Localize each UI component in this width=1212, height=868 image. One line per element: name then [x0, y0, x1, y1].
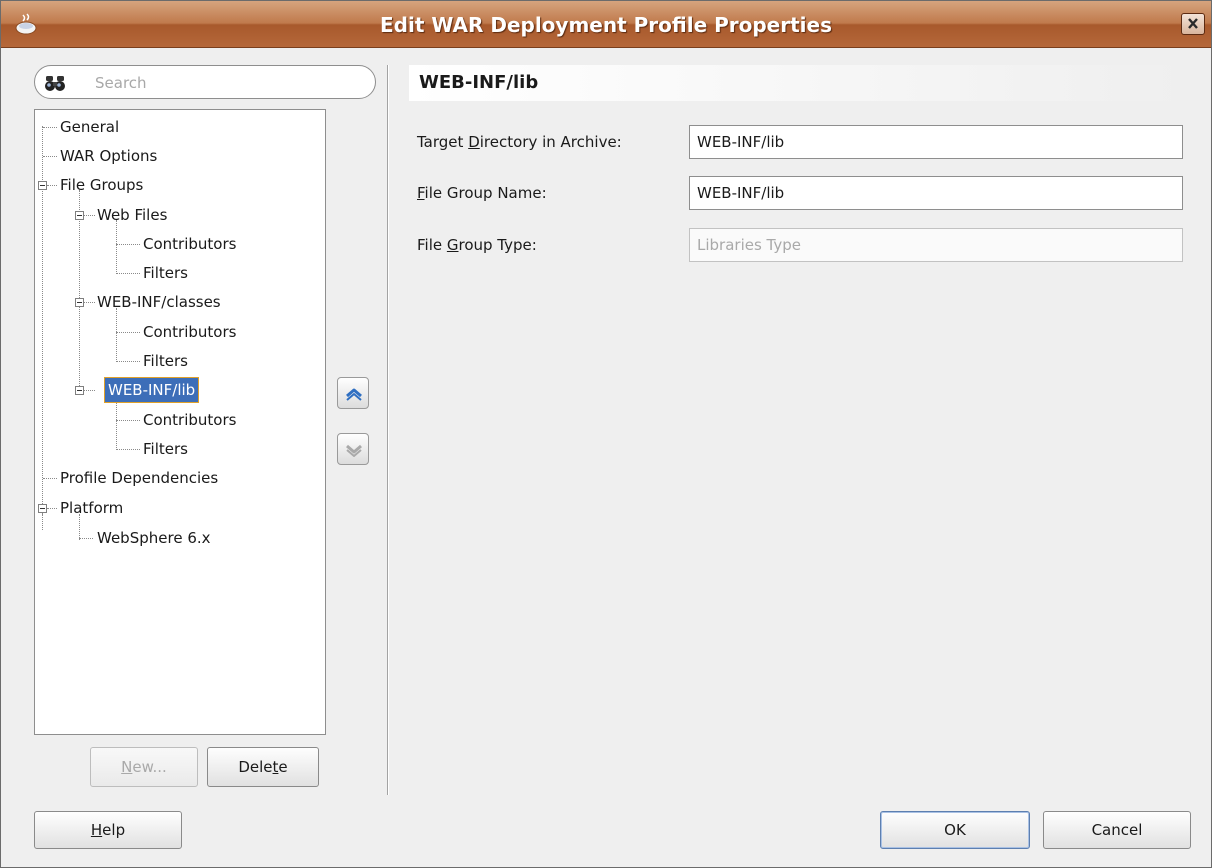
- file-group-name-field[interactable]: [689, 176, 1183, 210]
- tree-connector: [83, 390, 95, 391]
- target-directory-label-post: irectory in Archive:: [479, 133, 622, 151]
- delete-button-label-post: e: [278, 758, 288, 776]
- tree-connector: [43, 478, 57, 479]
- tree-connector: [116, 396, 117, 448]
- tree-item-lib-contributors[interactable]: Contributors: [143, 408, 236, 432]
- tree-connector: [47, 185, 57, 186]
- collapse-toggle-web-inf-lib[interactable]: [75, 386, 84, 395]
- collapse-toggle-web-files[interactable]: [75, 211, 84, 220]
- tree-item-web-inf-classes[interactable]: WEB-INF/classes: [97, 290, 221, 314]
- file-group-type-label-mnemonic: G: [446, 236, 459, 254]
- chevron-down-icon: [346, 444, 362, 457]
- tree-item-profile-dependencies[interactable]: Profile Dependencies: [60, 466, 218, 490]
- chevron-up-icon: [346, 388, 362, 401]
- collapse-toggle-file-groups[interactable]: [38, 181, 47, 190]
- file-group-type-label-pre: File: [417, 236, 447, 254]
- tree-connector: [43, 156, 57, 157]
- file-group-name-label-mnemonic: F: [417, 184, 425, 202]
- close-button[interactable]: [1181, 13, 1205, 35]
- panel-divider[interactable]: [387, 65, 389, 795]
- tree-connector: [42, 514, 43, 530]
- cancel-button[interactable]: Cancel: [1043, 811, 1191, 849]
- tree-connector: [83, 302, 95, 303]
- collapse-toggle-platform[interactable]: [38, 504, 47, 513]
- tree-item-web-inf-lib[interactable]: WEB-INF/lib: [103, 377, 200, 403]
- tree-item-web-files-contributors[interactable]: Contributors: [143, 232, 236, 256]
- new-button-mnemonic: N: [121, 758, 133, 776]
- tree-connector: [47, 508, 57, 509]
- tree-connector: [79, 190, 80, 390]
- panel-title: WEB-INF/lib: [409, 65, 1185, 101]
- tree-item-platform[interactable]: Platform: [60, 496, 123, 520]
- file-group-type-label: File Group Type:: [417, 233, 537, 257]
- tree-item-websphere[interactable]: WebSphere 6.x: [97, 526, 211, 550]
- tree-item-web-files[interactable]: Web Files: [97, 203, 167, 227]
- tree-connector: [79, 538, 93, 539]
- tree-item-general[interactable]: General: [60, 115, 119, 139]
- tree-connector: [116, 220, 117, 272]
- delete-button-label-pre: Dele: [238, 758, 273, 776]
- title-bar[interactable]: Edit WAR Deployment Profile Properties: [1, 1, 1211, 48]
- search-input[interactable]: [95, 72, 365, 94]
- tree-item-lib-filters[interactable]: Filters: [143, 437, 188, 461]
- file-group-name-label: File Group Name:: [417, 181, 547, 205]
- close-icon: [1188, 18, 1198, 29]
- tree-item-web-files-filters[interactable]: Filters: [143, 261, 188, 285]
- ok-button[interactable]: OK: [880, 811, 1030, 849]
- move-down-button[interactable]: [337, 433, 369, 465]
- tree-connector: [116, 244, 140, 245]
- binoculars-icon: [45, 76, 65, 91]
- tree-connector: [116, 332, 140, 333]
- new-button-label-post: ew...: [132, 758, 167, 776]
- help-button-label-post: elp: [102, 821, 126, 839]
- collapse-toggle-web-inf-classes[interactable]: [75, 298, 84, 307]
- target-directory-label-pre: Target: [417, 133, 469, 151]
- target-directory-field[interactable]: [689, 125, 1183, 159]
- file-group-type-field: [689, 228, 1183, 262]
- tree-connector: [116, 361, 140, 362]
- target-directory-label: Target Directory in Archive:: [417, 130, 622, 154]
- tree-connector: [116, 449, 140, 450]
- tree-connector: [116, 308, 117, 360]
- help-button[interactable]: Help: [34, 811, 182, 849]
- tree-connector: [83, 215, 95, 216]
- profile-tree[interactable]: General WAR Options File Groups Web File…: [34, 109, 326, 735]
- tree-connector: [116, 420, 140, 421]
- help-button-mnemonic: H: [90, 821, 103, 839]
- tree-item-classes-contributors[interactable]: Contributors: [143, 320, 236, 344]
- tree-item-classes-filters[interactable]: Filters: [143, 349, 188, 373]
- window-title: Edit WAR Deployment Profile Properties: [379, 13, 832, 37]
- delete-button[interactable]: Delete: [207, 747, 319, 787]
- move-up-button[interactable]: [337, 377, 369, 409]
- tree-item-war-options[interactable]: WAR Options: [60, 144, 157, 168]
- tree-item-file-groups[interactable]: File Groups: [60, 173, 143, 197]
- search-box[interactable]: [34, 65, 376, 99]
- target-directory-label-mnemonic: D: [468, 133, 480, 151]
- new-button[interactable]: New...: [90, 747, 198, 787]
- file-group-name-label-post: ile Group Name:: [424, 184, 547, 202]
- dialog-window: Edit WAR Deployment Profile Properties S…: [0, 0, 1212, 868]
- tree-connector: [43, 127, 57, 128]
- tree-connector: [116, 273, 140, 274]
- file-group-type-label-post: roup Type:: [458, 236, 537, 254]
